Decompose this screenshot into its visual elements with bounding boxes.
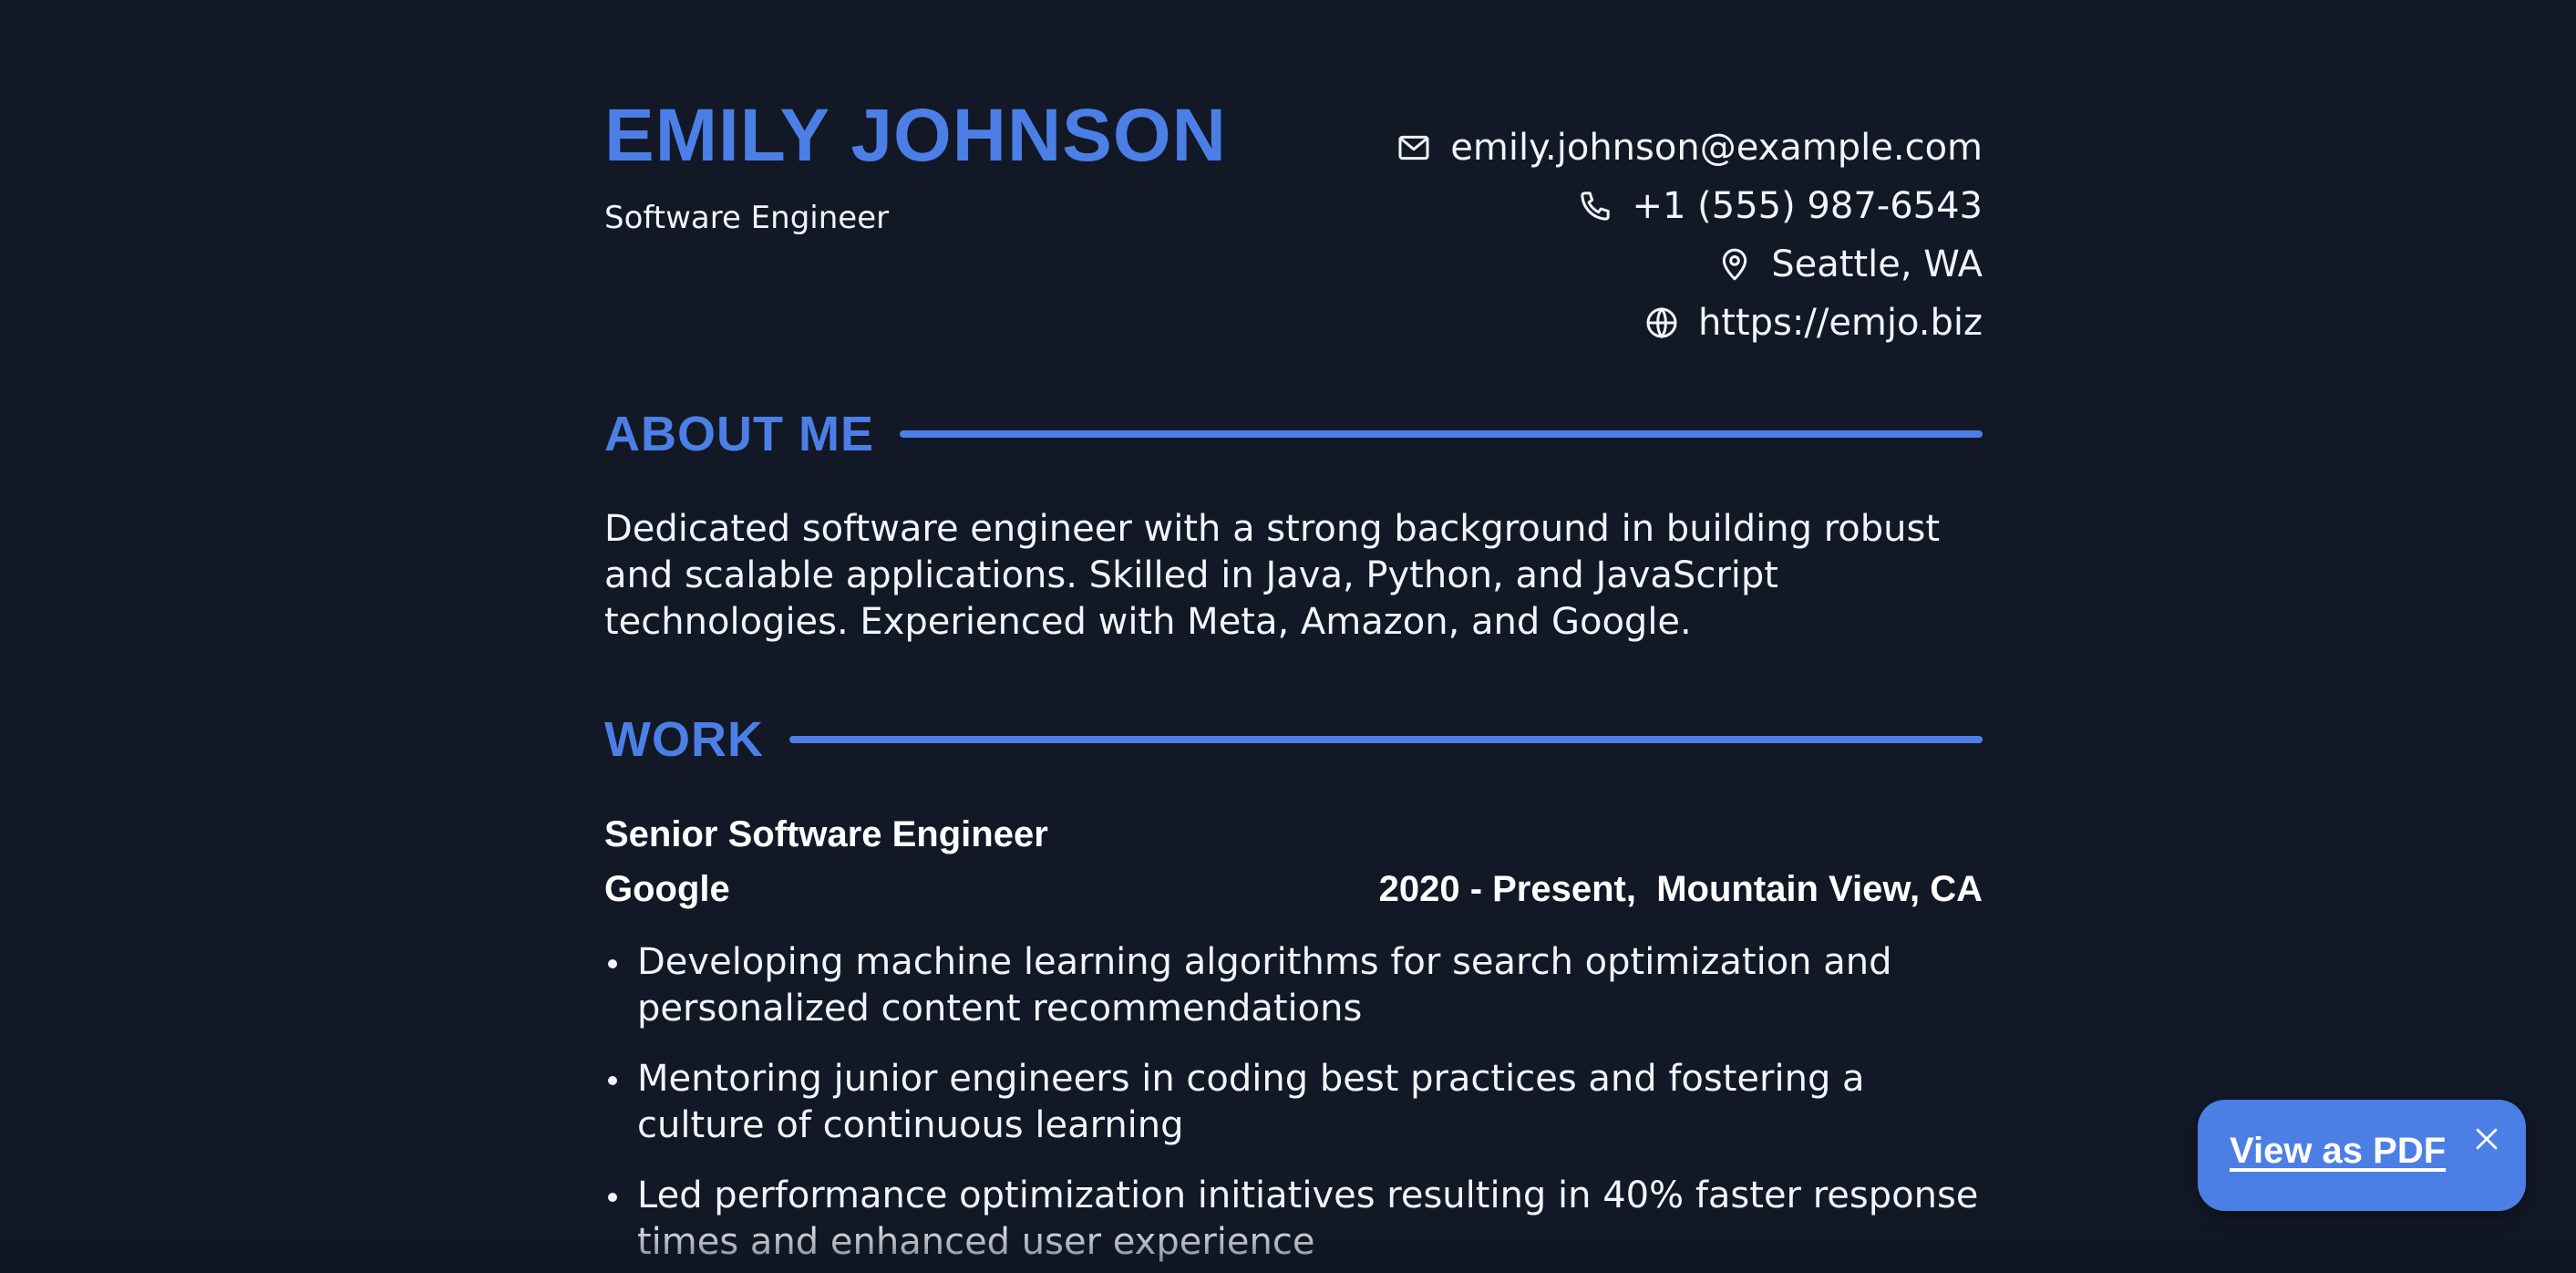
work-section-title: WORK xyxy=(604,712,764,767)
about-section-title: ABOUT ME xyxy=(604,407,874,461)
work-section-header: WORK xyxy=(604,711,1983,768)
resume-container: EMILY JOHNSON Software Engineer emily.jo… xyxy=(604,0,1983,1263)
job-company: Google xyxy=(604,869,730,909)
job-bullet-list: Developing machine learning algorithms f… xyxy=(604,939,1983,1273)
list-item: Developing machine learning algorithms f… xyxy=(604,939,1983,1032)
contact-website[interactable]: https://emjo.biz xyxy=(1643,294,1983,352)
contact-email[interactable]: emily.johnson@example.com xyxy=(1396,119,1983,177)
about-divider xyxy=(899,430,1983,438)
job-title: Senior Software Engineer xyxy=(604,814,1048,854)
contact-phone-text: +1 (555) 987-6543 xyxy=(1632,185,1983,227)
contact-email-text: emily.johnson@example.com xyxy=(1450,127,1983,169)
contact-website-text: https://emjo.biz xyxy=(1697,302,1983,344)
list-item: Mentoring junior engineers in coding bes… xyxy=(604,1056,1983,1149)
globe-icon xyxy=(1646,306,1677,339)
person-role: Software Engineer xyxy=(604,200,890,236)
job-dates-location: 2020 - Present, Mountain View, CA xyxy=(1378,869,1983,909)
phone-icon xyxy=(1581,191,1611,221)
about-text: Dedicated software engineer with a stron… xyxy=(604,508,1941,643)
contact-location-text: Seattle, WA xyxy=(1771,243,1983,285)
location-pin-icon xyxy=(1723,248,1747,281)
view-pdf-popup: View as PDF xyxy=(2198,1100,2526,1211)
work-divider xyxy=(788,736,1983,743)
view-as-pdf-link[interactable]: View as PDF xyxy=(2230,1131,2446,1172)
resume-header: EMILY JOHNSON Software Engineer emily.jo… xyxy=(604,0,1983,356)
contact-list: emily.johnson@example.com +1 (555) 987-6… xyxy=(1396,119,1983,352)
resume-page: EMILY JOHNSON Software Engineer emily.jo… xyxy=(0,0,2576,1273)
about-section-header: ABOUT ME xyxy=(604,406,1983,462)
contact-location: Seattle, WA xyxy=(1716,235,1983,294)
contact-phone[interactable]: +1 (555) 987-6543 xyxy=(1577,177,1983,235)
close-icon[interactable] xyxy=(2471,1123,2502,1154)
person-name: EMILY JOHNSON xyxy=(604,94,1227,177)
mail-icon xyxy=(1398,135,1429,160)
list-item: Led performance optimization initiatives… xyxy=(604,1173,1983,1266)
